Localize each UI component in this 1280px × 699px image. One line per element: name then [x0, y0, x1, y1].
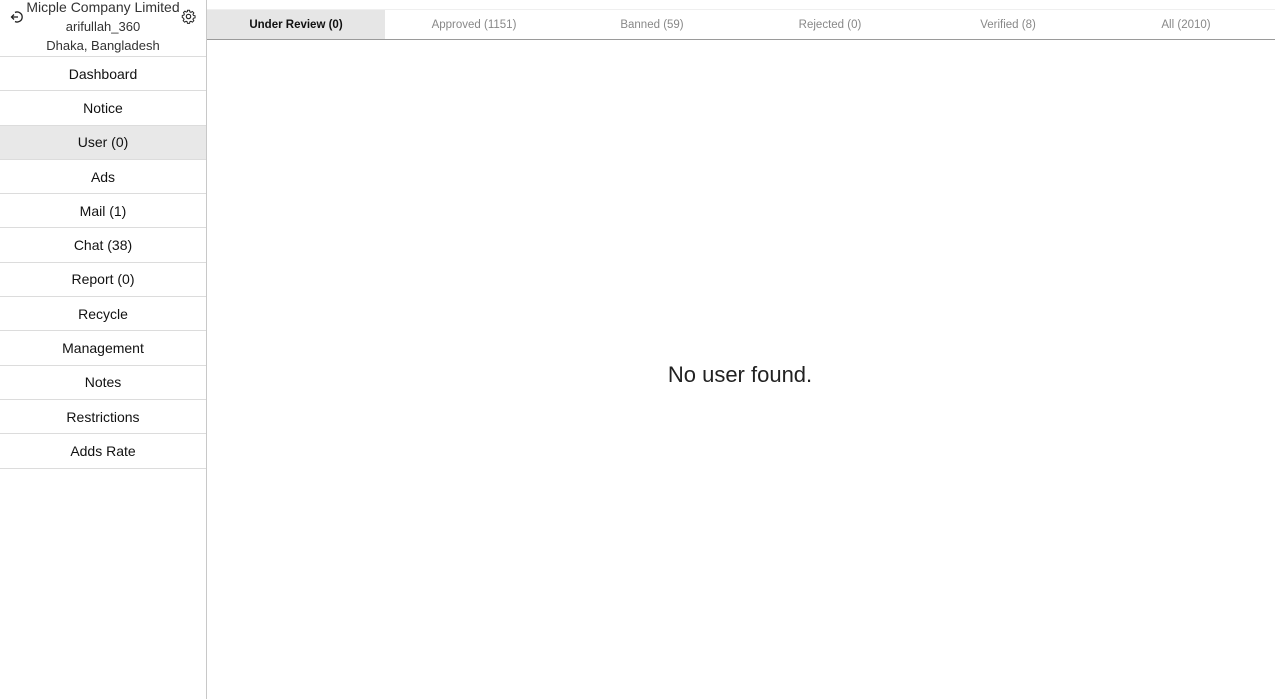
- sidebar-item-label: Mail (1): [79, 202, 127, 219]
- tab-rejected[interactable]: Rejected (0): [741, 10, 919, 39]
- sidebar-item-label: Management: [62, 340, 144, 357]
- sidebar-item-label: User (0): [77, 134, 129, 151]
- sidebar-item-dashboard[interactable]: Dashboard: [0, 57, 206, 92]
- sidebar: Micple Company Limited arifullah_360 Dha…: [0, 0, 207, 699]
- sidebar-item-recycle[interactable]: Recycle: [0, 297, 206, 332]
- empty-state-message: No user found.: [667, 362, 813, 387]
- sidebar-item-label: Notice: [83, 99, 123, 116]
- company-name: Micple Company Limited: [26, 0, 180, 15]
- sidebar-item-label: Dashboard: [68, 65, 138, 82]
- tab-approved[interactable]: Approved (1151): [385, 10, 563, 39]
- sidebar-item-management[interactable]: Management: [0, 331, 206, 366]
- sidebar-item-notice[interactable]: Notice: [0, 91, 206, 126]
- sidebar-item-label: Ads: [90, 168, 116, 185]
- username: arifullah_360: [65, 19, 141, 34]
- profile-header: Micple Company Limited arifullah_360 Dha…: [0, 0, 206, 57]
- sidebar-item-label: Report (0): [71, 271, 135, 288]
- sidebar-item-adds-rate[interactable]: Adds Rate: [0, 434, 206, 469]
- sidebar-item-notes[interactable]: Notes: [0, 366, 206, 400]
- sidebar-item-label: Adds Rate: [70, 442, 136, 459]
- sidebar-item-label: Recycle: [78, 305, 128, 322]
- sidebar-item-ads[interactable]: Ads: [0, 160, 206, 195]
- gear-icon[interactable]: [181, 9, 196, 24]
- sidebar-item-restrictions[interactable]: Restrictions: [0, 400, 206, 435]
- sidebar-item-label: Notes: [84, 374, 122, 391]
- tab-verified[interactable]: Verified (8): [919, 10, 1097, 39]
- tab-banned[interactable]: Banned (59): [563, 10, 741, 39]
- sidebar-item-mail[interactable]: Mail (1): [0, 194, 206, 229]
- location: Dhaka, Bangladesh: [46, 38, 160, 53]
- sidebar-item-chat[interactable]: Chat (38): [0, 228, 206, 263]
- tab-under-review[interactable]: Under Review (0): [207, 10, 385, 39]
- sidebar-item-report[interactable]: Report (0): [0, 263, 206, 298]
- sidebar-item-user[interactable]: User (0): [0, 125, 206, 160]
- sidebar-item-label: Restrictions: [66, 408, 140, 425]
- sidebar-item-label: Chat (38): [73, 237, 133, 254]
- user-status-tabs: Under Review (0) Approved (1151) Banned …: [207, 9, 1275, 40]
- tab-all[interactable]: All (2010): [1097, 10, 1275, 39]
